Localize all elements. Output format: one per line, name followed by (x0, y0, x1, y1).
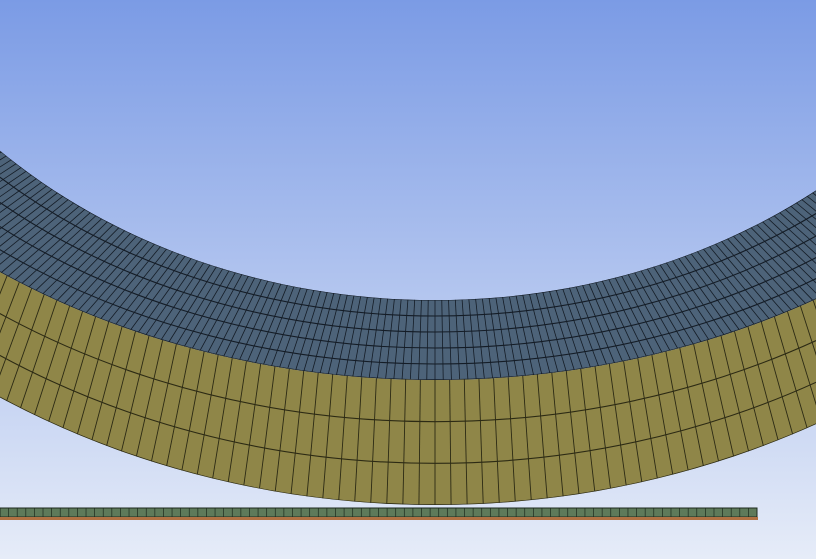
ground-strip-base (0, 517, 758, 520)
mesh-viewport[interactable] (0, 0, 816, 559)
ground-strip-mesh[interactable] (0, 507, 758, 520)
mesh-canvas[interactable] (0, 0, 816, 559)
